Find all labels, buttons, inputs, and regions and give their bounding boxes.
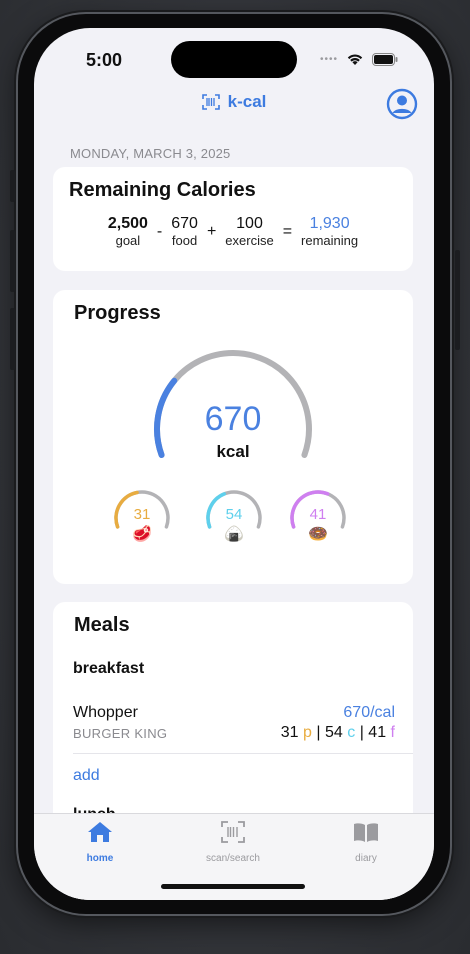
remaining-value: 1,930 bbox=[309, 215, 350, 232]
remaining-column: 1,930 remaining bbox=[301, 215, 358, 249]
tab-scan-search-label: scan/search bbox=[206, 853, 260, 864]
battery-icon bbox=[372, 52, 398, 66]
protein-unit: p bbox=[303, 724, 312, 741]
tab-scan-search[interactable]: scan/search bbox=[183, 820, 283, 864]
tab-home[interactable]: home bbox=[50, 820, 150, 864]
food-macros: 31 p | 54 c | 41 f bbox=[281, 724, 395, 742]
action-button bbox=[10, 170, 15, 202]
remaining-calories-card: Remaining Calories 2,500 goal - 670 food… bbox=[53, 167, 413, 271]
minus-operator: - bbox=[156, 223, 163, 240]
progress-card: Progress 670 kcal 31 🥩 54 🍙 41 🍩 bbox=[53, 290, 413, 584]
steak-icon: 🥩 bbox=[132, 526, 152, 543]
macro-separator: | bbox=[359, 724, 364, 741]
food-name: Whopper bbox=[73, 704, 138, 721]
protein-value: 31 bbox=[133, 506, 151, 523]
remaining-calories-title: Remaining Calories bbox=[69, 179, 256, 201]
home-indicator bbox=[161, 884, 305, 889]
fat-value: 41 bbox=[309, 506, 327, 523]
barcode-scan-icon bbox=[221, 821, 245, 843]
status-icons: •••• bbox=[320, 52, 398, 66]
add-food-link[interactable]: add bbox=[73, 767, 100, 785]
macro-separator: | bbox=[316, 724, 321, 741]
person-circle-icon bbox=[386, 88, 418, 120]
remaining-label: remaining bbox=[301, 233, 359, 248]
profile-button[interactable] bbox=[386, 88, 418, 125]
app-screen: 5:00 •••• k-cal MONDAY, MARCH 3, 2025 Re… bbox=[34, 28, 434, 900]
fat-unit: f bbox=[390, 724, 395, 741]
wifi-icon bbox=[347, 54, 363, 65]
goal-column: 2,500 goal bbox=[108, 215, 148, 249]
equals-operator: = bbox=[282, 223, 293, 240]
food-label: food bbox=[171, 233, 198, 248]
tab-diary[interactable]: diary bbox=[316, 820, 416, 864]
fat-ring: 41 🍩 bbox=[288, 488, 348, 548]
exercise-column: 100 exercise bbox=[225, 215, 273, 249]
breakfast-heading: breakfast bbox=[73, 660, 145, 677]
app-title-text: k-cal bbox=[227, 92, 267, 111]
goal-label: goal bbox=[115, 233, 141, 248]
exercise-value: 100 bbox=[236, 215, 263, 232]
power-button bbox=[455, 250, 460, 350]
house-icon bbox=[88, 822, 112, 842]
protein-ring: 31 🥩 bbox=[112, 488, 172, 548]
calorie-gauge-value: 670 bbox=[204, 400, 262, 438]
donut-icon: 🍩 bbox=[308, 526, 328, 543]
tab-bar: home scan/search diary bbox=[34, 813, 434, 900]
volume-up-button bbox=[10, 230, 15, 292]
food-column: 670 food bbox=[171, 215, 198, 249]
rice-icon: 🍙 bbox=[224, 526, 244, 543]
calorie-gauge-unit: kcal bbox=[216, 442, 250, 461]
book-icon bbox=[354, 823, 378, 842]
exercise-label: exercise bbox=[225, 233, 274, 248]
barcode-scan-icon bbox=[201, 94, 220, 110]
cellular-dots-icon: •••• bbox=[319, 53, 338, 65]
dynamic-island bbox=[171, 41, 297, 78]
food-value: 670 bbox=[171, 215, 198, 232]
fat-amount: 41 bbox=[368, 724, 387, 741]
volume-down-button bbox=[10, 308, 15, 370]
carbs-unit: c bbox=[347, 724, 356, 741]
calorie-equation: 2,500 goal - 670 food + 100 exercise = 1… bbox=[53, 215, 413, 249]
current-date: MONDAY, MARCH 3, 2025 bbox=[70, 146, 231, 161]
tab-home-label: home bbox=[86, 853, 114, 864]
divider bbox=[73, 753, 413, 754]
food-calories: 670/cal bbox=[343, 704, 395, 721]
carbs-value: 54 bbox=[225, 506, 243, 523]
app-title: k-cal bbox=[34, 92, 434, 112]
carbs-amount: 54 bbox=[324, 724, 343, 741]
tab-diary-label: diary bbox=[355, 853, 377, 864]
goal-value: 2,500 bbox=[107, 215, 148, 232]
food-brand: BURGER KING bbox=[73, 726, 168, 741]
plus-operator: + bbox=[206, 223, 217, 240]
carbs-ring: 54 🍙 bbox=[204, 488, 264, 548]
status-time: 5:00 bbox=[86, 50, 123, 70]
meals-title: Meals bbox=[74, 614, 130, 636]
protein-amount: 31 bbox=[280, 724, 299, 741]
